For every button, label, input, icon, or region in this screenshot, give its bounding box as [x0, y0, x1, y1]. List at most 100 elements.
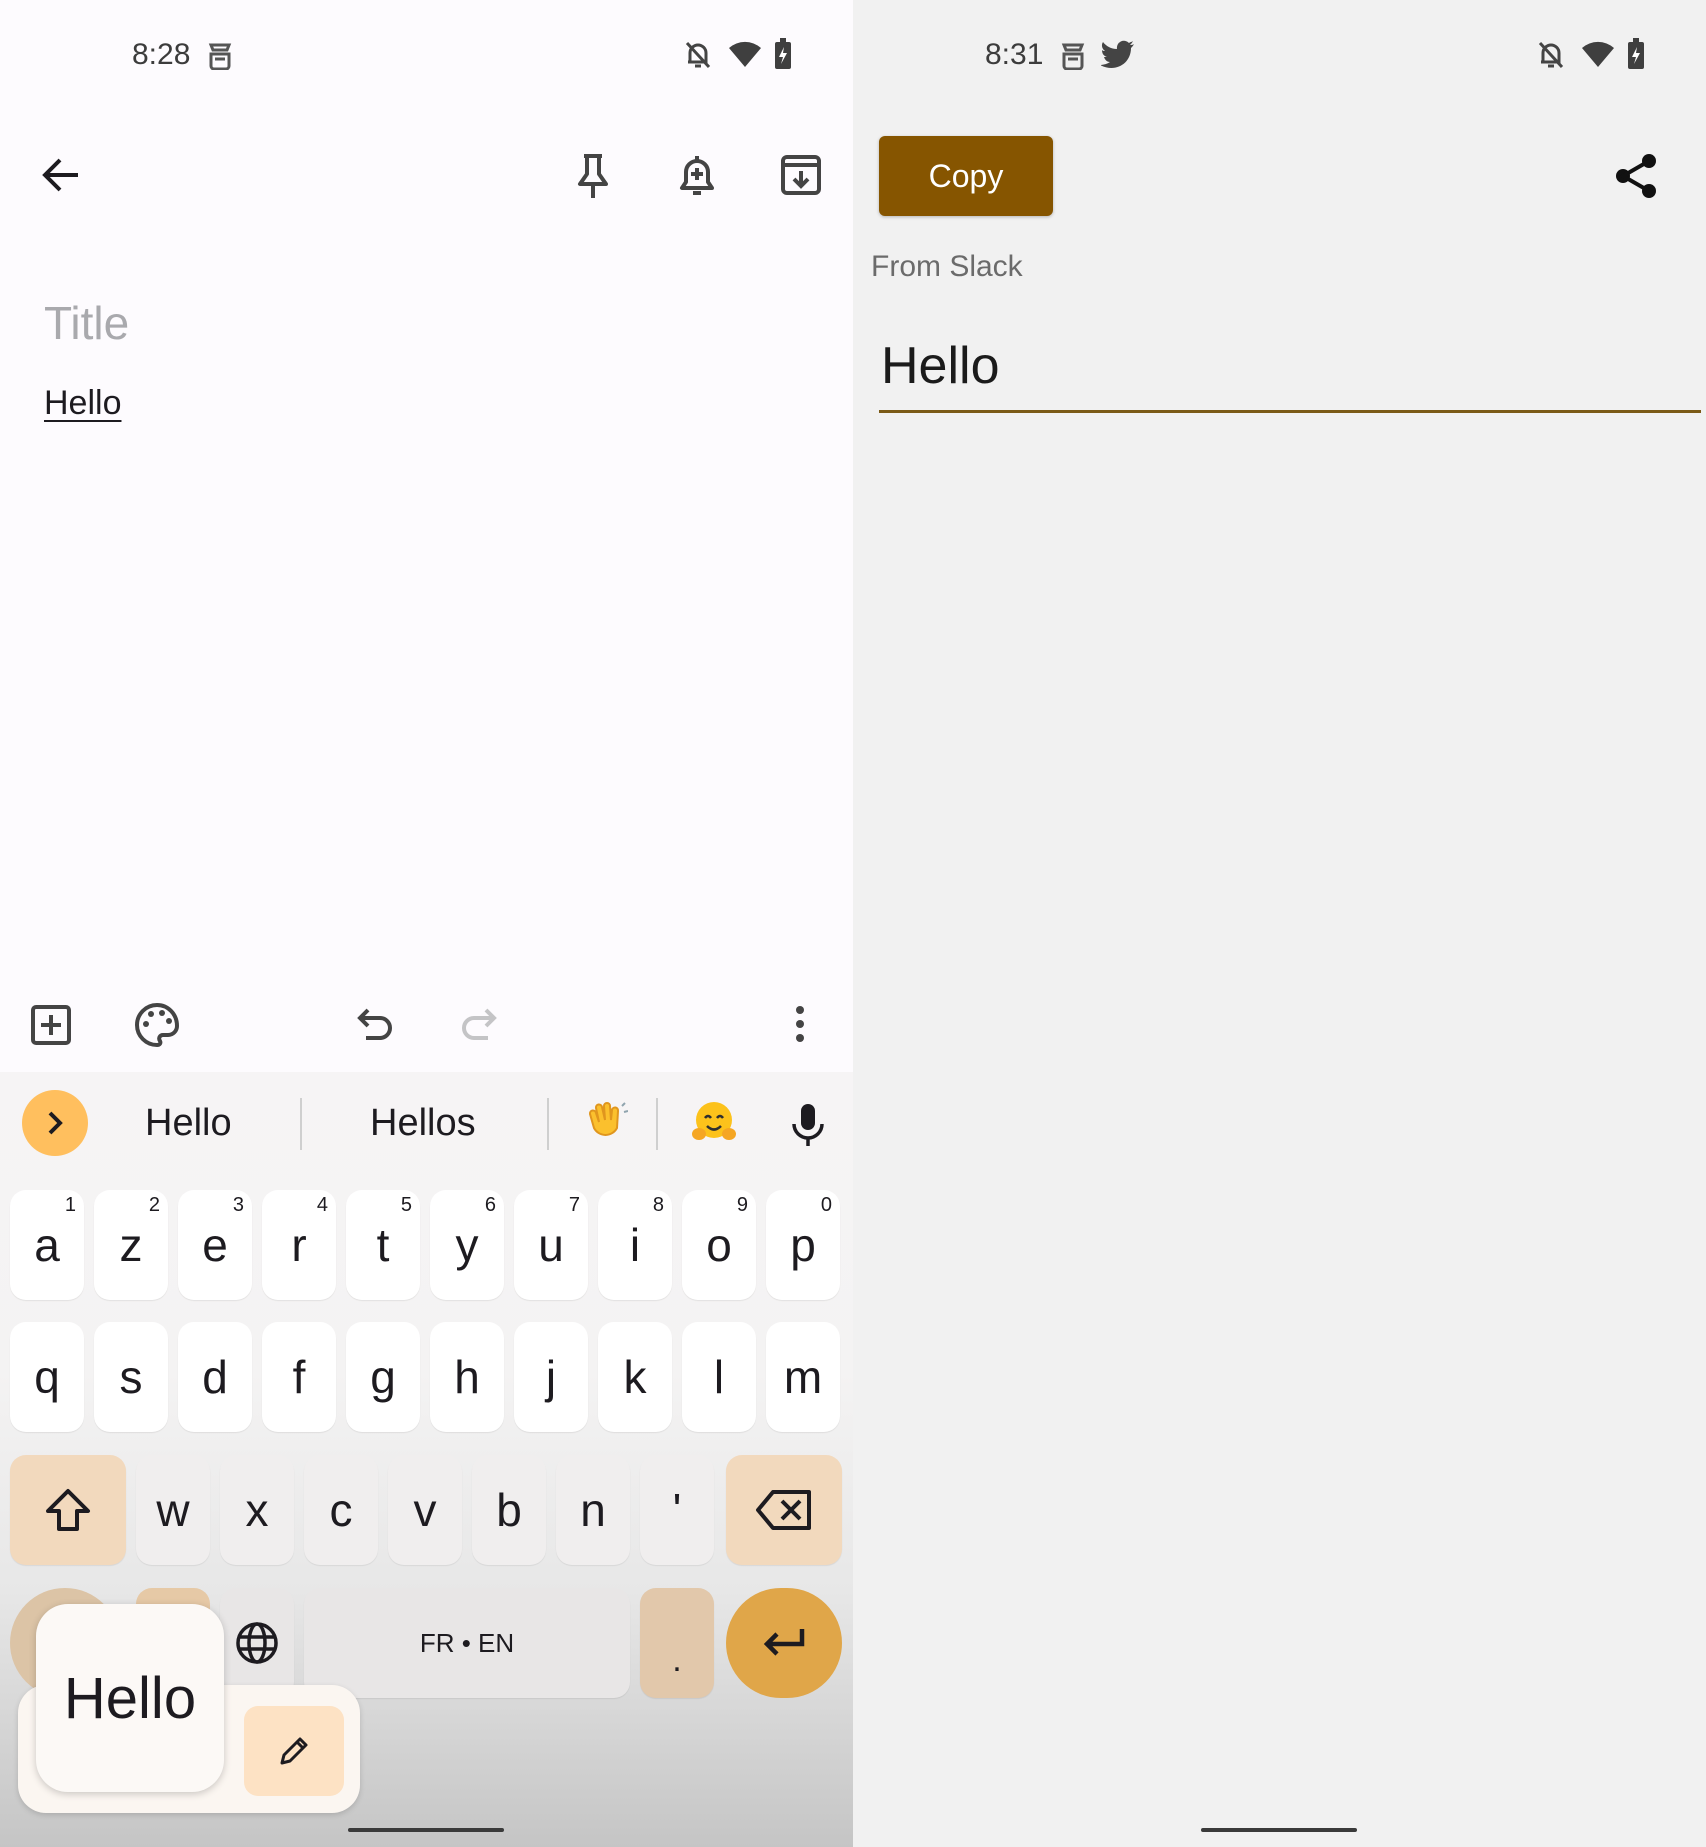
- right-screen-share-copy: 8:31 Copy From Slack Hello: [853, 0, 1706, 1847]
- key-s[interactable]: s: [94, 1322, 168, 1432]
- key-d[interactable]: d: [178, 1322, 252, 1432]
- pin-icon[interactable]: [572, 152, 614, 200]
- key-label: u: [538, 1219, 564, 1271]
- shift-icon: [46, 1489, 90, 1531]
- dnd-off-icon: [684, 40, 712, 70]
- expand-button[interactable]: [22, 1090, 88, 1156]
- space-bar-label: FR • EN: [419, 1627, 515, 1658]
- key-o[interactable]: o9: [682, 1190, 756, 1300]
- key-q[interactable]: q: [10, 1322, 84, 1432]
- input-underline: [879, 410, 1701, 413]
- back-arrow-icon[interactable]: [40, 154, 82, 196]
- reminder-icon[interactable]: [676, 152, 718, 200]
- add-box-icon[interactable]: [30, 1004, 72, 1046]
- suggestion-divider: [300, 1098, 302, 1150]
- key-t[interactable]: t5: [346, 1190, 420, 1300]
- key-p[interactable]: p0: [766, 1190, 840, 1300]
- note-body-text[interactable]: Hello: [44, 384, 121, 423]
- left-screen-keep-note: 8:28 Title Hello Hello Hellos a 1 z 2 e …: [0, 0, 853, 1847]
- key-hint: 3: [232, 1194, 244, 1216]
- globe-icon: [236, 1622, 278, 1664]
- dnd-off-icon: [1537, 40, 1565, 70]
- key-g[interactable]: g: [346, 1322, 420, 1432]
- key-hint: 2: [148, 1194, 160, 1216]
- key-b[interactable]: b: [472, 1455, 546, 1565]
- key-w[interactable]: w: [136, 1455, 210, 1565]
- key-label: i: [629, 1219, 641, 1271]
- key-apostrophe[interactable]: ': [640, 1455, 714, 1565]
- keep-notification-icon: [206, 40, 234, 70]
- redo-icon[interactable]: [458, 1004, 500, 1044]
- language-key[interactable]: [220, 1588, 294, 1698]
- key-label: r: [291, 1219, 307, 1271]
- key-hint: 1: [64, 1194, 76, 1216]
- key-m[interactable]: m: [766, 1322, 840, 1432]
- key-l[interactable]: l: [682, 1322, 756, 1432]
- battery-charging-icon: [1627, 38, 1645, 70]
- gesture-handle[interactable]: [348, 1828, 504, 1832]
- clipboard-edit-button[interactable]: [244, 1706, 344, 1796]
- key-hint: 4: [316, 1194, 328, 1216]
- key-label: z: [119, 1219, 143, 1271]
- note-title-field[interactable]: Title: [44, 296, 129, 350]
- source-label: From Slack: [871, 250, 1023, 283]
- key-j[interactable]: j: [514, 1322, 588, 1432]
- key-x[interactable]: x: [220, 1455, 294, 1565]
- key-e[interactable]: e3: [178, 1190, 252, 1300]
- key-label: e: [202, 1219, 228, 1271]
- status-time: 8:28: [132, 38, 191, 71]
- hugging-face-emoji[interactable]: [690, 1100, 738, 1146]
- keyboard: Hello Hellos a1 z2 e3 r4 t5 y6 u7 i8 o9 …: [0, 1072, 853, 1847]
- shift-key[interactable]: [10, 1455, 126, 1565]
- key-hint: 9: [736, 1194, 748, 1216]
- suggestion-divider: [547, 1098, 549, 1150]
- key-c[interactable]: c: [304, 1455, 378, 1565]
- enter-icon: [763, 1629, 805, 1656]
- more-vert-icon[interactable]: [790, 1004, 810, 1044]
- gesture-handle[interactable]: [1201, 1828, 1357, 1832]
- key-h[interactable]: h: [430, 1322, 504, 1432]
- shared-text-input[interactable]: Hello: [881, 336, 1000, 396]
- period-key[interactable]: .: [640, 1588, 714, 1698]
- key-label: t: [376, 1219, 390, 1271]
- twitter-icon: [1101, 40, 1135, 70]
- enter-key[interactable]: [726, 1588, 842, 1698]
- key-z[interactable]: z2: [94, 1190, 168, 1300]
- clipboard-item[interactable]: Hello: [36, 1604, 224, 1792]
- key-n[interactable]: n: [556, 1455, 630, 1565]
- undo-icon[interactable]: [354, 1004, 396, 1044]
- waving-hand-emoji[interactable]: [584, 1100, 628, 1146]
- archive-icon[interactable]: [780, 154, 822, 196]
- palette-icon[interactable]: [134, 1002, 180, 1048]
- key-label: o: [706, 1219, 732, 1271]
- key-label: a: [34, 1219, 60, 1271]
- suggestion-divider: [656, 1098, 658, 1150]
- keep-notification-icon: [1059, 40, 1087, 70]
- key-hint: 5: [400, 1194, 412, 1216]
- battery-charging-icon: [774, 38, 792, 70]
- share-icon[interactable]: [1613, 152, 1659, 200]
- key-y[interactable]: y6: [430, 1190, 504, 1300]
- space-bar[interactable]: FR • EN: [304, 1588, 630, 1698]
- suggestion-1[interactable]: Hello: [145, 1102, 232, 1145]
- key-a[interactable]: a1: [10, 1190, 84, 1300]
- mic-icon[interactable]: [790, 1102, 826, 1148]
- key-hint: 8: [652, 1194, 664, 1216]
- key-hint: 7: [568, 1194, 580, 1216]
- key-v[interactable]: v: [388, 1455, 462, 1565]
- key-i[interactable]: i8: [598, 1190, 672, 1300]
- key-label: y: [455, 1219, 479, 1271]
- key-label: p: [790, 1219, 816, 1271]
- suggestion-2[interactable]: Hellos: [370, 1102, 476, 1145]
- wifi-icon: [728, 40, 762, 68]
- pencil-icon: [280, 1737, 308, 1765]
- key-u[interactable]: u7: [514, 1190, 588, 1300]
- copy-button[interactable]: Copy: [879, 136, 1053, 216]
- backspace-icon: [756, 1490, 811, 1530]
- key-f[interactable]: f: [262, 1322, 336, 1432]
- key-hint: 6: [484, 1194, 496, 1216]
- key-k[interactable]: k: [598, 1322, 672, 1432]
- key-r[interactable]: r4: [262, 1190, 336, 1300]
- backspace-key[interactable]: [726, 1455, 842, 1565]
- wifi-icon: [1581, 40, 1615, 68]
